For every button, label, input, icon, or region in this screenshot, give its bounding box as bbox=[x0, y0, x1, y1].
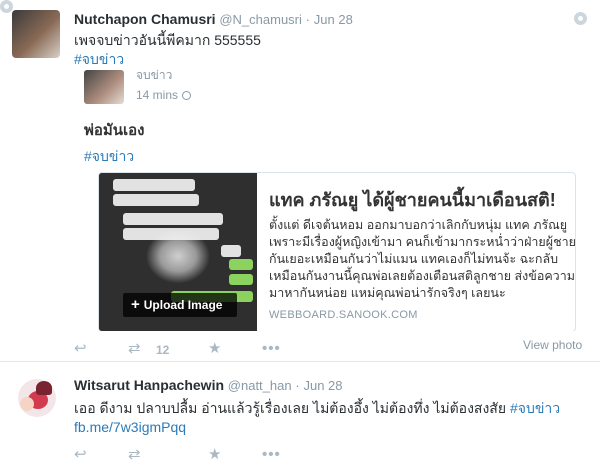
user-name[interactable]: Nutchapon Chamusri bbox=[74, 11, 216, 27]
card-image: + Upload Image bbox=[99, 173, 257, 331]
tweet-date[interactable]: Jun 28 bbox=[303, 378, 342, 393]
more-icon[interactable]: ••• bbox=[262, 341, 281, 357]
more-icon[interactable]: ••• bbox=[262, 447, 281, 463]
reply-icon[interactable]: ↩ bbox=[74, 341, 87, 357]
embedded-time: 14 mins bbox=[136, 88, 192, 102]
retweet-icon[interactable]: ⇄ bbox=[128, 341, 141, 357]
embedded-author: จบข่าว bbox=[136, 68, 173, 82]
avatar[interactable] bbox=[12, 375, 60, 423]
retweet-icon[interactable]: ⇄ bbox=[128, 447, 141, 463]
embedded-avatar bbox=[84, 70, 124, 104]
avatar[interactable] bbox=[12, 10, 60, 58]
user-handle[interactable]: @natt_han bbox=[228, 378, 292, 393]
card-body: ตั้งแต่ ดีเจต้นหอม ออกมาบอกว่าเลิกกับหนุ… bbox=[269, 218, 576, 300]
tweet-text: เออ ดีงาม ปลาบปลื้ม อ่านแล้วรู้เรื่องเลย… bbox=[74, 400, 561, 416]
retweet-count: 12 bbox=[156, 343, 170, 357]
globe-icon bbox=[182, 91, 192, 100]
link-card: + Upload Image แทค ภรัณยู ได้ผู้ชายคนนี้ม… bbox=[98, 172, 576, 331]
tweet-header: Nutchapon Chamusri @N_chamusri · Jun 28 bbox=[74, 11, 353, 27]
tweet[interactable]: Nutchapon Chamusri @N_chamusri · Jun 28 … bbox=[0, 0, 600, 362]
card-domain: WEBBOARD.SANOOK.COM bbox=[269, 309, 418, 321]
tweet-date[interactable]: Jun 28 bbox=[314, 12, 353, 27]
tweet-header: Witsarut Hanpachewin @natt_han · Jun 28 bbox=[74, 377, 343, 393]
reply-icon[interactable]: ↩ bbox=[74, 447, 87, 463]
embedded-photo[interactable]: จบข่าว 14 mins พ่อมันเอง #จบข่าว + Upload… bbox=[74, 66, 588, 331]
view-photo-link[interactable]: View photo bbox=[523, 338, 582, 352]
embedded-hashtag: #จบข่าว bbox=[84, 148, 135, 164]
embedded-text: พ่อมันเอง bbox=[84, 122, 145, 139]
upload-image-button: + Upload Image bbox=[123, 293, 237, 317]
user-name[interactable]: Witsarut Hanpachewin bbox=[74, 377, 224, 393]
separator: · bbox=[295, 378, 300, 393]
star-icon[interactable]: ★ bbox=[208, 447, 221, 463]
hashtag-link[interactable]: #จบข่าว bbox=[510, 400, 560, 416]
star-icon[interactable]: ★ bbox=[208, 341, 221, 357]
gear-icon[interactable] bbox=[574, 12, 587, 25]
external-link[interactable]: fb.me/7w3igmPqq bbox=[74, 418, 186, 437]
separator: · bbox=[305, 12, 311, 27]
card-title: แทค ภรัณยู ได้ผู้ชายคนนี้มาเดือนสติ! bbox=[269, 190, 556, 210]
user-handle[interactable]: @N_chamusri bbox=[219, 12, 302, 27]
tweet[interactable]: Witsarut Hanpachewin @natt_han · Jun 28 … bbox=[0, 363, 600, 469]
gear-icon[interactable] bbox=[0, 0, 13, 13]
tweet-text: เพจจบข่าวอันนี้พีคมาก 555555 bbox=[74, 32, 261, 48]
